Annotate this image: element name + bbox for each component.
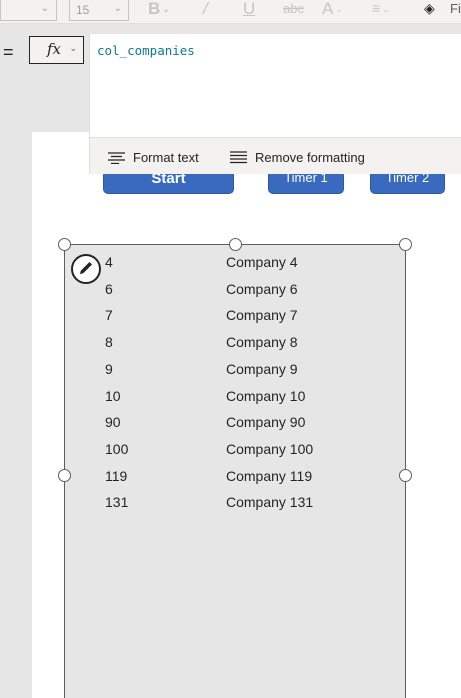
font-size-value: 15 xyxy=(76,3,90,17)
gallery-row[interactable]: 8 Company 8 xyxy=(65,334,407,360)
company-name: Company 100 xyxy=(226,440,314,457)
companies-gallery[interactable]: 4 Company 4 6 Company 6 7 Company 7 8 Company 8… xyxy=(64,244,406,698)
gallery-row[interactable]: 4 Company 4 xyxy=(65,254,407,280)
company-id: 8 xyxy=(105,334,113,351)
function-icon: fx xyxy=(47,40,62,58)
resize-handle-top-left[interactable] xyxy=(58,238,71,251)
gallery-row[interactable]: 10 Company 10 xyxy=(65,388,407,414)
company-name: Company 119 xyxy=(226,467,313,484)
fill-icon[interactable]: ◈ xyxy=(424,0,435,20)
remove-formatting-button[interactable]: Remove formatting xyxy=(230,150,365,165)
font-family-dropdown[interactable]: ⌄ xyxy=(0,0,57,21)
company-id: 4 xyxy=(105,254,113,270)
format-text-icon xyxy=(108,151,125,164)
font-size-dropdown[interactable]: 15 ⌄ xyxy=(69,0,129,21)
chevron-down-icon: ⌄ xyxy=(113,3,122,14)
company-name: Company 131 xyxy=(226,494,314,511)
company-id: 90 xyxy=(105,414,121,431)
company-name: Company 90 xyxy=(226,414,306,431)
chevron-down-icon: ⌄ xyxy=(40,3,49,14)
font-color-icon[interactable]: A ⌄ xyxy=(322,0,343,20)
strikethrough-icon[interactable]: abc xyxy=(283,0,304,20)
company-name: Company 6 xyxy=(226,280,298,297)
format-text-label: Format text xyxy=(133,150,199,165)
remove-formatting-icon xyxy=(230,151,247,164)
company-id: 100 xyxy=(105,440,129,457)
company-id: 7 xyxy=(105,307,113,324)
company-id: 6 xyxy=(105,280,113,297)
gallery-row[interactable]: 90 Company 90 xyxy=(65,414,407,440)
bold-icon[interactable]: B ⌄ xyxy=(148,0,170,20)
company-name: Company 7 xyxy=(226,307,298,324)
company-id: 131 xyxy=(105,494,129,511)
formatting-ribbon: ⌄ 15 ⌄ B ⌄ / U abc A ⌄ ≡ ⌄ ◈ Fi xyxy=(0,0,461,24)
resize-handle-top[interactable] xyxy=(229,238,242,251)
format-text-button[interactable]: Format text xyxy=(108,150,199,165)
gallery-row[interactable]: 9 Company 9 xyxy=(65,361,407,387)
formula-format-bar: Format text Remove formatting xyxy=(90,137,461,174)
company-name: Company 8 xyxy=(226,334,298,351)
company-name: Company 4 xyxy=(226,254,298,270)
resize-handle-right[interactable] xyxy=(399,469,412,482)
gallery-row[interactable]: 6 Company 6 xyxy=(65,281,407,307)
gallery-row[interactable]: 7 Company 7 xyxy=(65,307,407,333)
gallery-row[interactable]: 119 Company 119 xyxy=(65,468,407,494)
company-id: 9 xyxy=(105,360,113,377)
gallery-row[interactable]: 100 Company 100 xyxy=(65,441,407,467)
company-id: 119 xyxy=(105,467,128,484)
fill-label: Fi xyxy=(450,1,461,16)
remove-formatting-label: Remove formatting xyxy=(255,150,365,165)
equals-sign: = xyxy=(3,42,14,62)
formula-editor[interactable]: col_companies Format text Remove formatt… xyxy=(89,34,461,174)
formula-text[interactable]: col_companies xyxy=(97,43,195,58)
fx-button[interactable]: fx ⌄ xyxy=(29,36,84,64)
align-icon[interactable]: ≡ ⌄ xyxy=(372,0,390,20)
underline-icon[interactable]: U xyxy=(243,0,255,20)
italic-icon[interactable]: / xyxy=(203,0,208,20)
resize-handle-left[interactable] xyxy=(58,469,71,482)
company-name: Company 9 xyxy=(226,360,298,377)
company-id: 10 xyxy=(105,387,121,404)
gallery-row[interactable]: 131 Company 131 xyxy=(65,494,407,520)
chevron-down-icon: ⌄ xyxy=(69,43,77,53)
resize-handle-top-right[interactable] xyxy=(399,238,412,251)
company-name: Company 10 xyxy=(226,387,306,404)
